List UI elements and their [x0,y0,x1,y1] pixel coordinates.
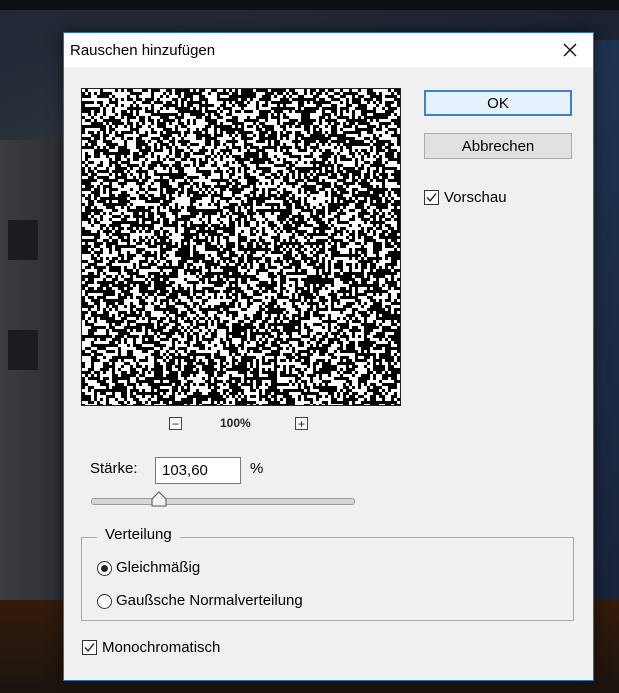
strength-unit: % [250,460,264,477]
plus-icon: + [297,416,305,431]
monochromatic-label: Monochromatisch [102,639,221,656]
zoom-level: 100% [220,416,251,430]
cancel-button[interactable]: Abbrechen [424,133,572,159]
minus-icon: − [171,416,179,431]
radio-uniform[interactable] [97,561,112,576]
checkmark-icon [84,643,95,652]
radio-uniform-label: Gleichmäßig [116,559,201,576]
strength-input[interactable]: 103,60 [155,457,241,484]
close-button[interactable] [547,33,593,67]
close-icon [563,43,577,57]
preview-checkbox[interactable] [424,190,439,205]
zoom-in-button[interactable]: + [295,417,308,430]
noise-preview-image [82,89,400,405]
background-building [0,140,70,600]
distribution-group-title: Verteilung [97,526,180,543]
radio-selected-dot [101,565,108,572]
titlebar: Rauschen hinzufügen [64,33,593,67]
monochromatic-checkbox[interactable] [82,640,97,655]
checkmark-icon [426,193,437,202]
dialog-title: Rauschen hinzufügen [70,42,216,59]
radio-gaussian[interactable] [97,594,112,609]
zoom-out-button[interactable]: − [169,417,182,430]
background-window [8,220,38,260]
noise-preview[interactable] [81,88,401,406]
add-noise-dialog: Rauschen hinzufügen − 100% + OK Abbreche… [63,32,594,681]
background-window [8,330,38,370]
strength-label: Stärke: [90,460,138,477]
strength-slider-track[interactable] [91,498,355,505]
ok-button[interactable]: OK [424,90,572,116]
preview-checkbox-label: Vorschau [444,189,507,206]
strength-slider-thumb[interactable] [151,491,167,507]
radio-gaussian-label: Gaußsche Normalverteilung [116,592,303,609]
